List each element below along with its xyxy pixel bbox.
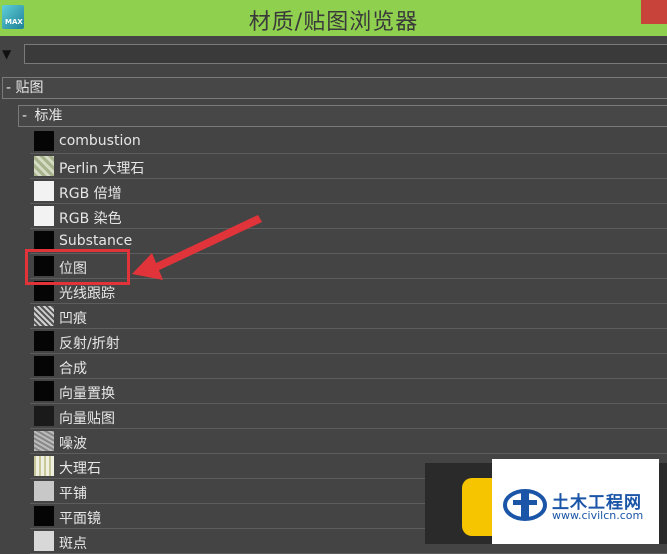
arrow-shaft xyxy=(152,215,262,272)
watermark-url: www.civilcn.com xyxy=(552,509,644,522)
watermark-logo-icon xyxy=(503,489,547,521)
